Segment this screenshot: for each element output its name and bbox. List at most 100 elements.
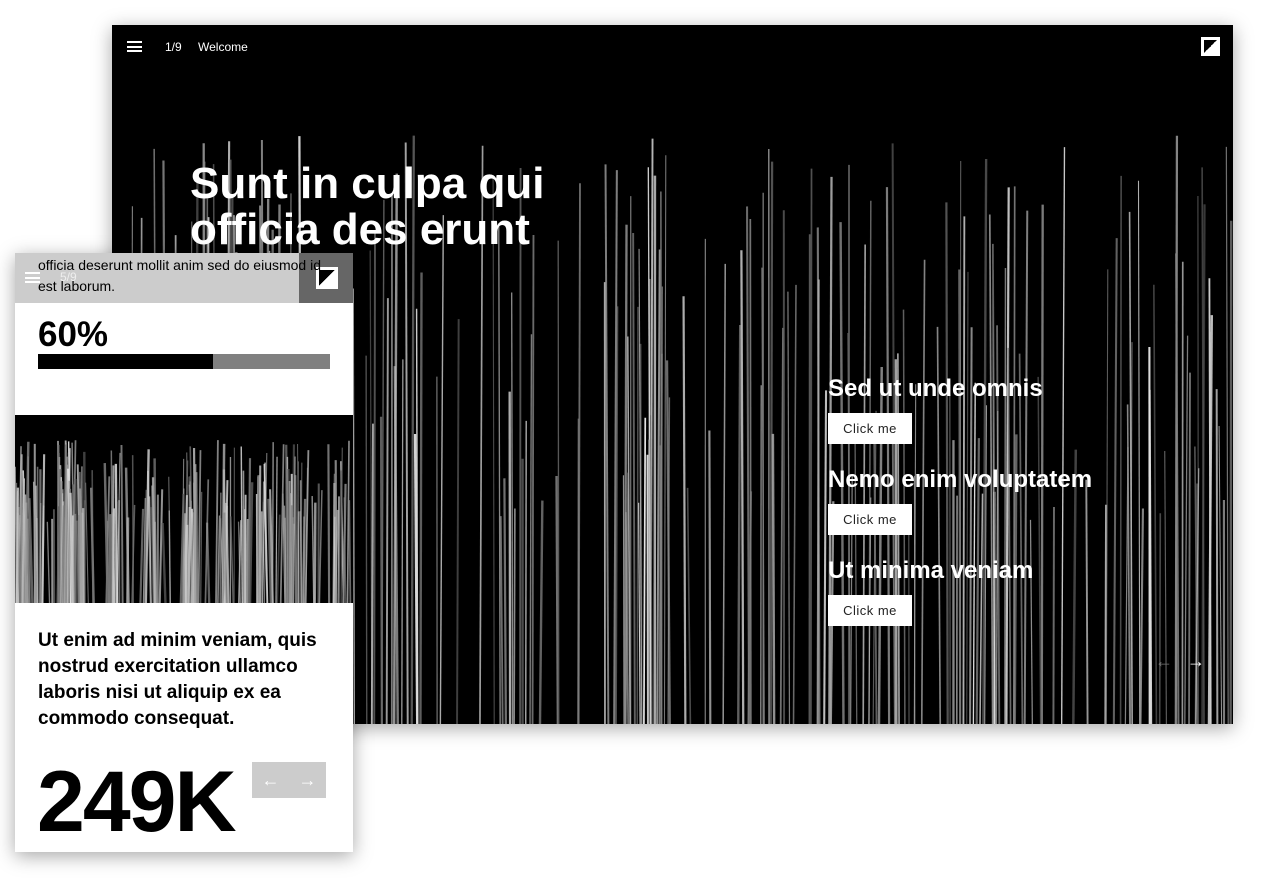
light-streak [557,240,560,724]
light-streak [187,506,192,604]
next-arrow-icon[interactable]: → [1187,651,1205,672]
mobile-preview: 5/9 officia deserunt mollit anim sed do … [15,253,353,852]
light-streak [686,487,692,724]
light-streak [80,466,83,604]
light-streak [531,235,535,724]
light-streak [168,510,171,604]
light-streak [1012,186,1016,724]
light-streak [945,202,949,724]
light-streak [294,475,298,604]
light-streak [492,175,495,724]
click-me-button[interactable]: Click me [828,595,912,626]
prev-arrow-icon[interactable]: ← [1155,651,1173,672]
prev-arrow-icon[interactable]: ← [262,770,280,791]
section-heading: Ut minima veniam [828,557,1034,584]
light-streak [1137,180,1141,724]
light-streak [348,500,352,604]
light-streak [439,215,445,724]
light-streak [708,430,712,724]
light-streak [200,491,203,604]
light-streak [1174,135,1179,724]
light-streak [643,417,647,724]
light-streak [365,355,368,724]
light-streak [217,515,221,604]
click-me-button[interactable]: Click me [828,504,912,535]
logo-icon[interactable] [1201,37,1220,56]
light-streak [746,206,751,724]
light-streak [823,390,828,724]
overlay-text: officia deserunt mollit anim sed do eius… [38,257,322,294]
light-streak [1124,447,1129,724]
light-streak [555,475,560,724]
light-streak [373,231,376,724]
light-streak [327,444,331,604]
light-streak [184,524,189,604]
light-streak [663,155,667,724]
page-title: Welcome [198,40,248,54]
section: Ut minima veniam Click me [828,557,1033,626]
light-streak [577,183,581,724]
light-streak [1215,389,1219,724]
light-streak [513,508,516,724]
light-streak [529,334,533,724]
hero-line: Sunt in culpa qui [190,159,545,208]
light-streak [660,191,663,724]
click-me-button[interactable]: Click me [828,413,912,444]
light-streak [302,498,307,604]
progress-fill [38,354,214,369]
light-streak [219,492,222,604]
light-streak [352,288,356,724]
light-streak [787,291,791,724]
light-streak [85,482,89,604]
hero-heading: Sunt in culpa qui officia des erunt [190,161,544,253]
light-streak [885,187,891,724]
light-streak [401,359,404,724]
paragraph: Ut enim ad minim veniam, quis nostrud ex… [38,630,317,729]
light-streak [126,517,130,604]
next-arrow-icon[interactable]: → [299,770,317,791]
light-streak [538,500,544,724]
light-streak [779,327,784,724]
light-streak [275,456,278,604]
light-streak [318,490,323,604]
section-heading: Nemo enim voluptatem [828,466,1093,493]
light-streak [197,450,202,604]
light-streak [161,522,167,604]
light-streak [1105,269,1109,724]
light-streak [313,502,317,604]
light-streaks-image [15,440,352,604]
section: Nemo enim voluptatem Click me [828,466,1092,535]
light-streak [771,433,776,724]
light-streak [749,219,752,724]
light-streak [1164,451,1167,724]
light-streak [1225,146,1229,724]
light-streak [276,514,281,604]
light-streak [636,306,639,724]
light-streak [385,298,389,724]
light-streak [1040,204,1044,724]
light-streak [158,489,164,604]
light-streak [503,478,507,724]
stat-value: 249K [37,754,237,850]
menu-icon[interactable] [127,41,142,52]
light-streak [139,508,145,604]
light-streak [737,325,742,724]
light-streak [722,263,727,724]
hero-line: officia des erunt [190,205,530,254]
light-streak [195,472,199,604]
light-streak [1158,513,1162,724]
light-streak [15,487,19,604]
light-streak [41,454,46,604]
section-heading: Sed ut unde omnis [828,375,1043,402]
light-streak [792,284,797,724]
image [15,415,353,604]
light-streak [311,496,315,604]
light-streak [638,502,641,724]
light-streak [810,168,813,724]
light-streak [419,272,423,724]
light-streak [91,470,94,604]
progress-bar [38,354,330,369]
light-streak [511,292,514,724]
light-streak [1229,220,1233,724]
page-counter: 1/9 [165,40,182,54]
